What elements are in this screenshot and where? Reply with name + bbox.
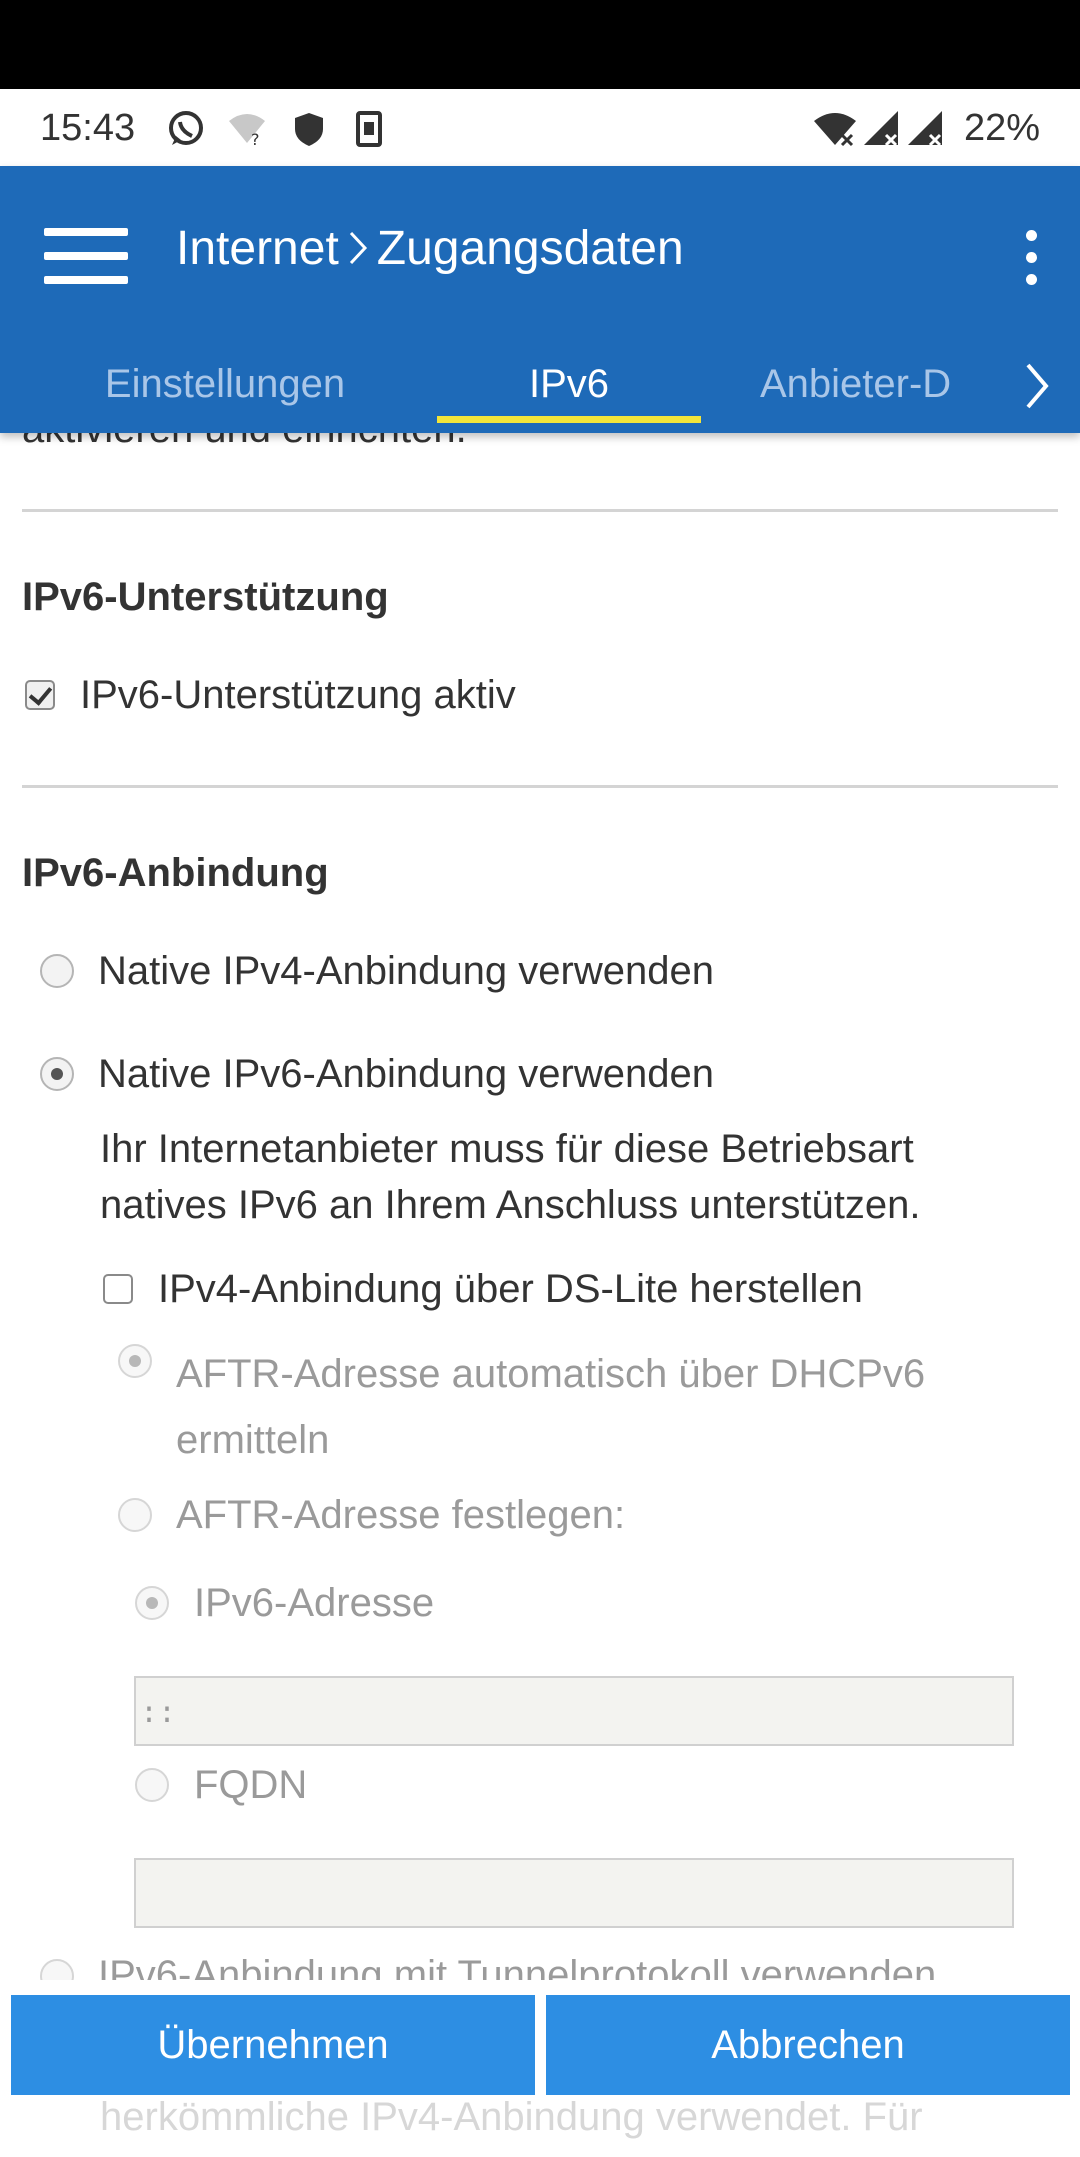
intro-text: aktivieren und einrichten.	[22, 433, 467, 452]
tunnel-description-cut: herkömmliche IPv4-Anbindung verwendet. F…	[100, 2095, 923, 2139]
apply-button[interactable]: Übernehmen	[11, 1995, 535, 2095]
whatsapp-icon	[166, 109, 206, 149]
native-ipv6-description: Ihr Internetanbieter muss für diese Betr…	[100, 1127, 921, 1227]
signal-x-icon	[906, 109, 946, 149]
aftr-auto-label: AFTR-Adresse automatisch über DHCPv6 erm…	[176, 1352, 926, 1462]
tunnel-option-label[interactable]: IPv6-Anbindung mit Tunnelprotokoll verwe…	[98, 1953, 936, 1980]
breadcrumb: Internet Zugangsdaten	[176, 218, 684, 278]
radio-aftr-fixed[interactable]	[118, 1498, 152, 1532]
chevron-right-icon	[339, 223, 377, 273]
ipv6-address-label: IPv6-Adresse	[194, 1581, 435, 1625]
status-bar: 15:43 ? 22%	[0, 89, 1080, 166]
signal-x-icon	[862, 109, 902, 149]
more-options-icon[interactable]	[1012, 218, 1052, 298]
status-time: 15:43	[40, 107, 136, 149]
radio-tunnel[interactable]	[40, 1959, 74, 1980]
svg-text:?: ?	[251, 130, 260, 149]
top-black-bar	[0, 0, 1080, 89]
radio-aftr-auto[interactable]	[118, 1344, 152, 1378]
chevron-right-icon[interactable]	[1006, 351, 1066, 421]
native-ipv6-label[interactable]: Native IPv6-Anbindung verwenden	[98, 1052, 714, 1097]
tab-anbieter[interactable]: Anbieter-D	[760, 336, 990, 433]
action-bar: herkömmliche IPv4-Anbindung verwendet. F…	[0, 1980, 1080, 2140]
fqdn-label: FQDN	[194, 1763, 308, 1807]
radio-native-ipv4[interactable]	[40, 954, 74, 988]
dslite-label[interactable]: IPv4-Anbindung über DS-Lite herstellen	[158, 1267, 863, 1312]
wifi-x-icon	[812, 109, 856, 149]
ipv6-address-input[interactable]: ::	[134, 1676, 1014, 1746]
settings-content: aktivieren und einrichten. IPv6-Unterstü…	[0, 433, 1080, 1980]
native-ipv4-label[interactable]: Native IPv4-Anbindung verwenden	[98, 949, 714, 994]
bottom-edge	[0, 2140, 1080, 2157]
fqdn-input[interactable]	[134, 1858, 1014, 1928]
cancel-button[interactable]: Abbrechen	[546, 1995, 1070, 2095]
divider	[22, 509, 1058, 512]
binding-heading: IPv6-Anbindung	[22, 851, 329, 895]
breadcrumb-parent[interactable]: Internet	[176, 221, 339, 276]
ipv6-support-label[interactable]: IPv6-Unterstützung aktiv	[80, 673, 516, 718]
ipv6-support-checkbox[interactable]	[25, 680, 55, 710]
active-tab-indicator	[437, 416, 701, 423]
radio-fqdn[interactable]	[135, 1768, 169, 1802]
hamburger-menu-icon[interactable]	[40, 214, 132, 294]
dslite-checkbox[interactable]	[103, 1274, 133, 1304]
shield-icon	[289, 109, 329, 149]
divider	[22, 785, 1058, 788]
tab-einstellungen[interactable]: Einstellungen	[40, 336, 410, 433]
app-bar: Internet Zugangsdaten Einstellungen IPv6…	[0, 166, 1080, 433]
battery-percent: 22%	[963, 107, 1040, 149]
breadcrumb-current: Zugangsdaten	[376, 221, 684, 275]
sim-card-icon	[349, 109, 389, 149]
radio-native-ipv6[interactable]	[40, 1057, 74, 1091]
wifi-question-icon: ?	[227, 109, 267, 149]
aftr-fixed-label: AFTR-Adresse festlegen:	[176, 1493, 626, 1537]
radio-ipv6-address[interactable]	[135, 1586, 169, 1620]
support-heading: IPv6-Unterstützung	[22, 575, 389, 619]
